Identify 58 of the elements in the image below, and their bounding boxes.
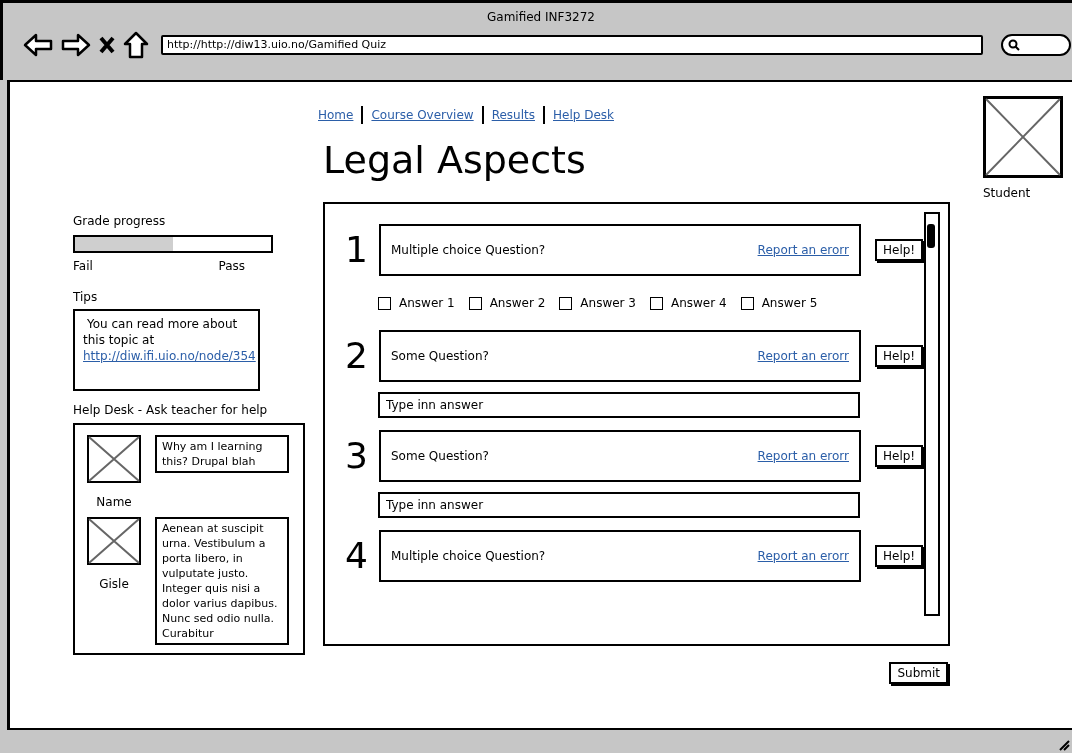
message-bubble: Aenean at suscipit urna. Vestibulum a porta libero, in vulputate justo. Integer quis nisi a dolor varius dapibus. Nunc sed odio nulla. Curabitur <box>155 517 289 645</box>
answer-field[interactable]: Type inn answer <box>378 492 860 518</box>
teacher-name: Name <box>96 495 132 509</box>
report-error-link[interactable]: Report an erorr <box>757 349 849 363</box>
avatar-placeholder-icon <box>87 517 141 565</box>
answer-label: Answer 5 <box>761 296 818 310</box>
window-title: Gamified INF3272 <box>486 9 596 26</box>
question-text: Some Question? <box>391 449 489 463</box>
nav-link[interactable]: Help Desk <box>553 108 614 122</box>
answer-label: Answer 2 <box>489 296 546 310</box>
nav-link[interactable]: Home <box>318 108 354 122</box>
tips-label: Tips <box>73 290 99 304</box>
resize-grip-icon[interactable] <box>1058 739 1070 751</box>
checkbox[interactable] <box>559 296 573 310</box>
scrollbar[interactable] <box>924 212 940 616</box>
question-number: 2 <box>345 334 369 378</box>
help-desk-label: Help Desk - Ask teacher for help <box>73 403 269 417</box>
user-avatar-placeholder-icon <box>983 96 1063 178</box>
report-error-link[interactable]: Report an erorr <box>757 449 849 463</box>
question-number: 3 <box>345 434 369 478</box>
grade-progress-label: Grade progress <box>73 214 167 228</box>
tips-link[interactable]: http://diw.ifi.uio.no/node/354 <box>83 349 256 363</box>
nav-link[interactable]: Results <box>491 108 535 122</box>
checkbox[interactable] <box>378 296 391 310</box>
checkbox[interactable] <box>649 296 663 310</box>
pass-label: Pass <box>218 259 245 273</box>
back-icon[interactable] <box>23 32 53 58</box>
help-button[interactable]: Help! <box>875 545 924 567</box>
question-text: Multiple choice Question? <box>391 243 546 257</box>
search-field[interactable] <box>1001 34 1071 56</box>
checkbox[interactable] <box>740 296 754 310</box>
home-icon[interactable] <box>123 31 149 59</box>
close-icon[interactable] <box>99 35 115 55</box>
forward-icon[interactable] <box>61 32 91 58</box>
avatar-placeholder-icon <box>87 435 141 483</box>
fail-label: Fail <box>73 259 93 273</box>
teacher-name: Gisle <box>99 577 129 591</box>
answer-label: Answer 3 <box>580 296 636 310</box>
nav-link[interactable]: Course Overview <box>371 108 474 122</box>
question-number: 1 <box>345 228 369 272</box>
search-icon <box>1008 39 1020 51</box>
help-button[interactable]: Help! <box>875 345 924 367</box>
answer-label: Answer 4 <box>670 296 727 310</box>
user-name: Student <box>983 186 1032 200</box>
page-title: Legal Aspects <box>323 137 587 184</box>
answer-field[interactable]: Type inn answer <box>378 392 860 418</box>
answer-label: Answer 1 <box>399 296 455 310</box>
checkbox[interactable] <box>468 296 482 310</box>
url-field[interactable]: http://http://diw13.uio.no/Gamified Quiz <box>161 35 983 55</box>
question-number: 4 <box>345 534 369 578</box>
report-error-link[interactable]: Report an erorr <box>757 549 849 563</box>
question-text: Multiple choice Question? <box>391 549 546 563</box>
submit-button[interactable]: Submit <box>889 662 948 684</box>
help-button[interactable]: Help! <box>875 445 924 467</box>
help-button[interactable]: Help! <box>875 239 924 261</box>
report-error-link[interactable]: Report an erorr <box>757 243 849 257</box>
message-bubble: Why am I learning this? Drupal blah <box>155 435 289 473</box>
question-text: Some Question? <box>391 349 489 363</box>
